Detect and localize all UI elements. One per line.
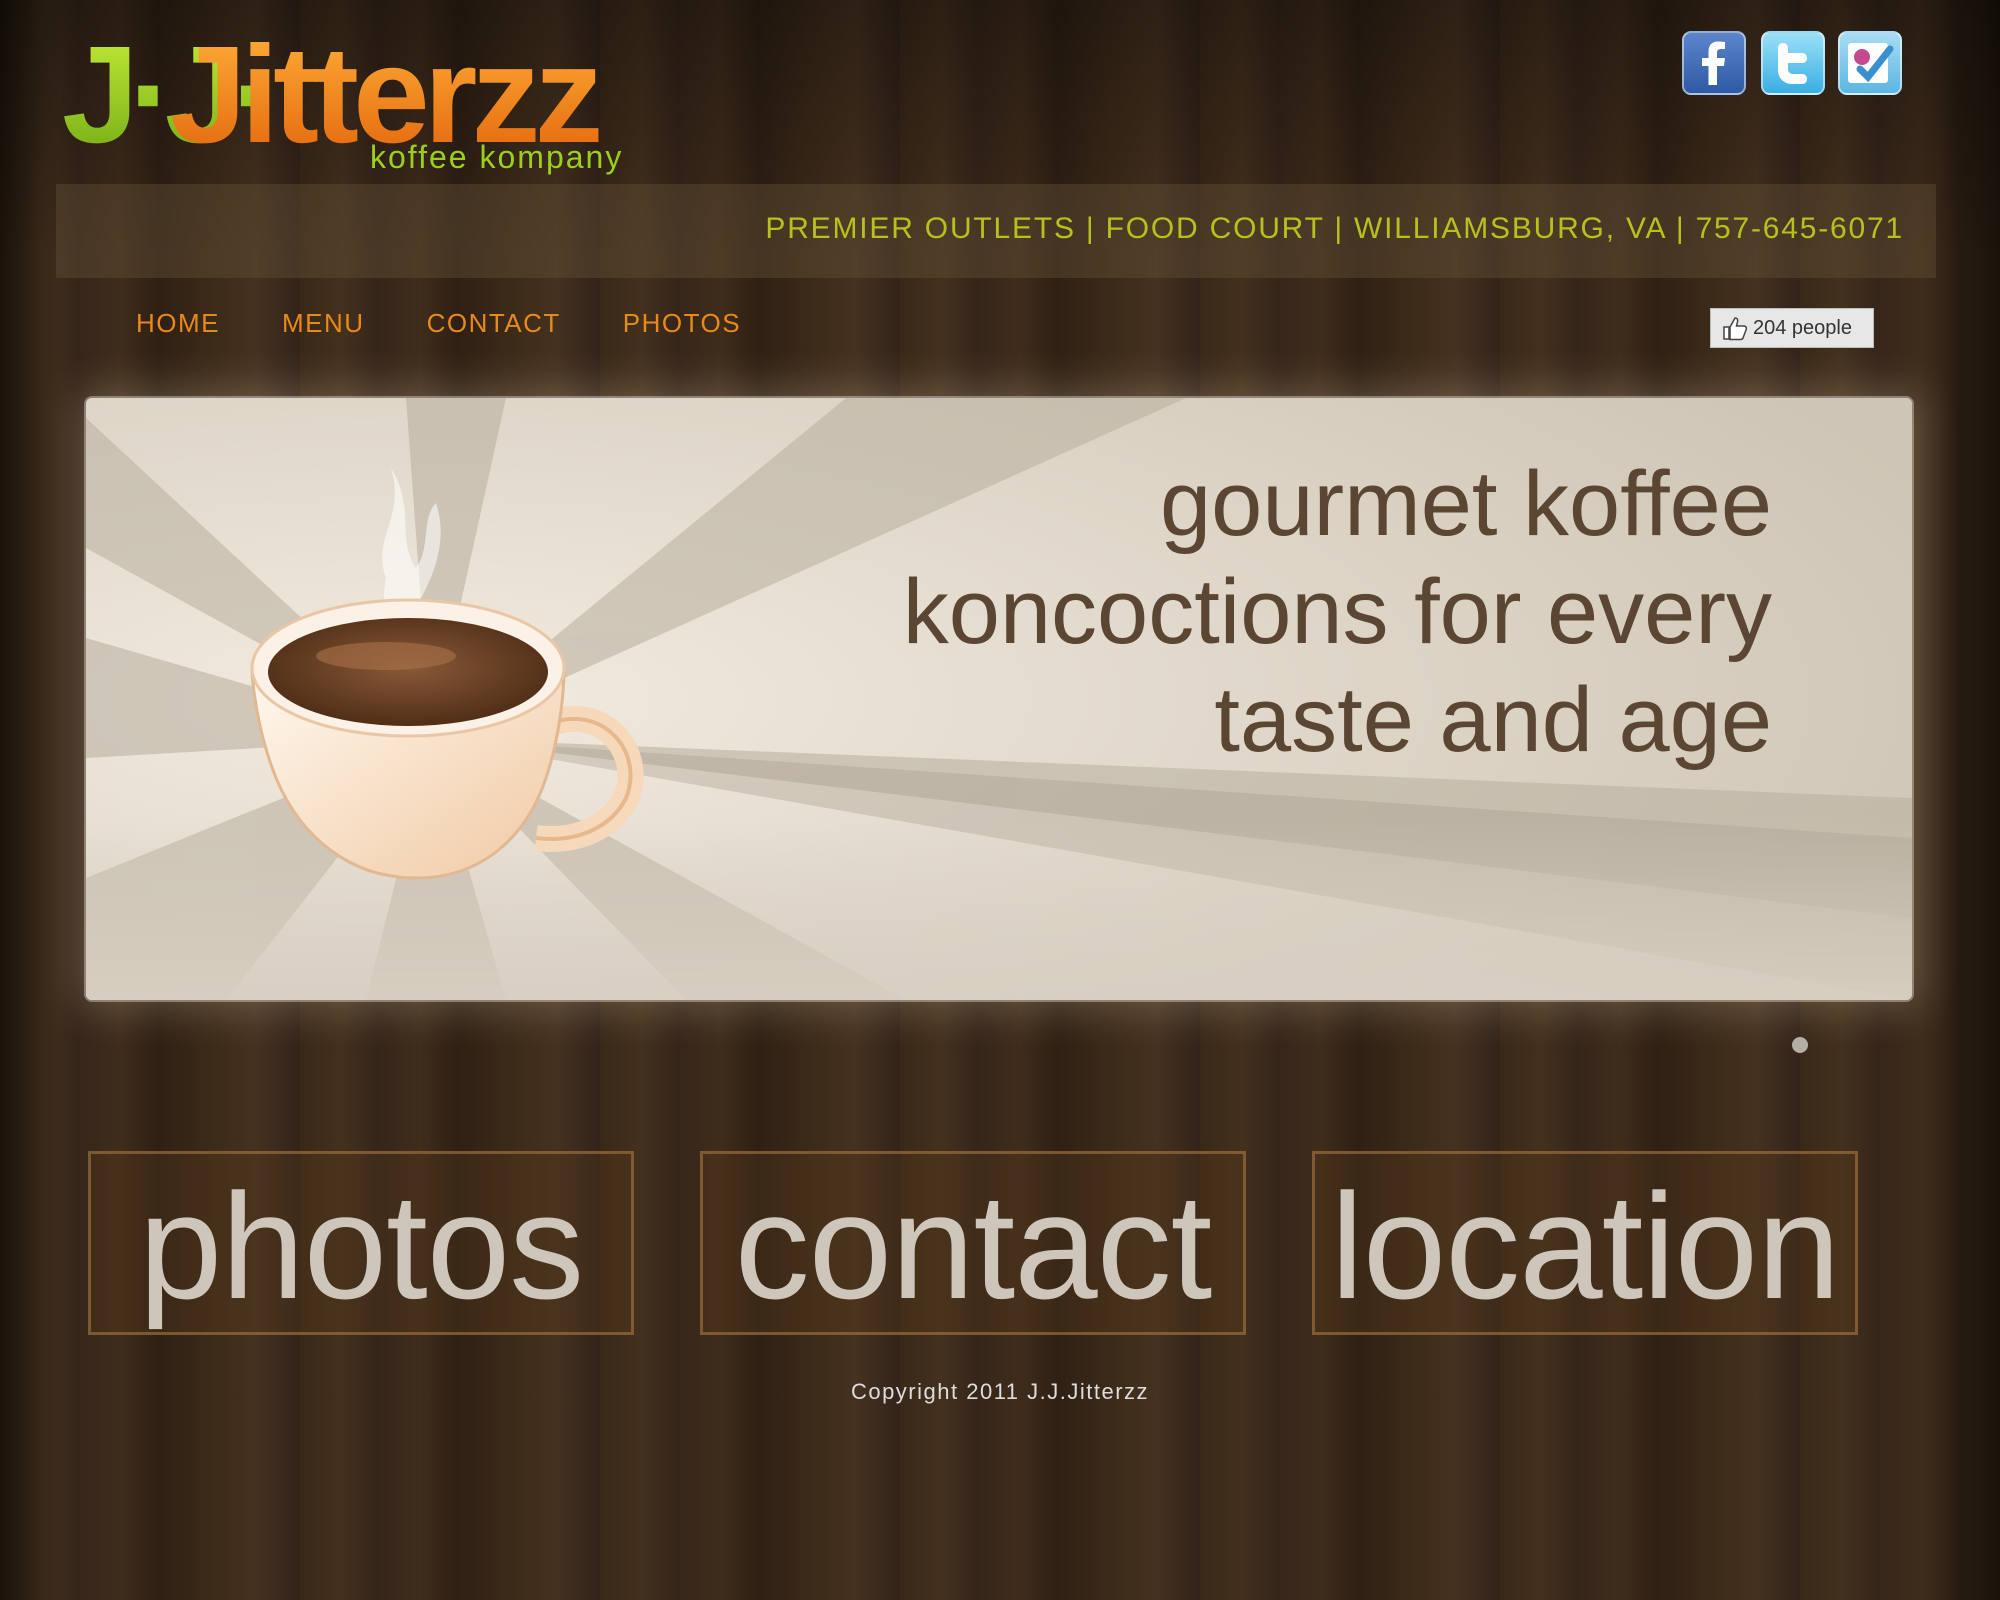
location-feature-button[interactable]: location [1312,1151,1858,1335]
banner-line-2: koncoctions for every [902,561,1772,663]
banner-line-3: taste and age [1214,669,1772,771]
foursquare-link[interactable] [1838,31,1902,95]
nav-photos[interactable]: PHOTOS [623,308,741,339]
twitter-icon [1778,43,1807,84]
brand-logo[interactable]: J·J· Jitterzz koffee kompany [62,22,682,182]
thumbs-up-icon [1723,317,1748,341]
slider-dot[interactable] [1792,1037,1808,1053]
main-nav: HOME MENU CONTACT PHOTOS [136,308,803,339]
like-count: 204 people [1753,316,1852,339]
banner-headline: gourmet koffee koncoctions for every tas… [772,450,1772,774]
contact-feature-button[interactable]: contact [700,1151,1246,1335]
facebook-like-button[interactable]: 204 people [1710,308,1874,348]
facebook-icon [1702,41,1725,85]
nav-contact[interactable]: CONTACT [427,308,561,339]
address-bar: PREMIER OUTLETS | FOOD COURT | WILLIAMSB… [56,184,1936,278]
banner-line-1: gourmet koffee [1159,453,1772,555]
hero-banner: gourmet koffee koncoctions for every tas… [86,398,1912,1000]
logo-tagline: koffee kompany [370,139,623,175]
photos-feature-button[interactable]: photos [88,1151,634,1335]
facebook-link[interactable] [1682,31,1746,95]
address-text: PREMIER OUTLETS | FOOD COURT | WILLIAMSB… [765,212,1904,245]
nav-menu[interactable]: MENU [282,308,365,339]
twitter-link[interactable] [1761,31,1825,95]
copyright-text: Copyright 2011 J.J.Jitterzz [850,1379,1150,1404]
nav-home[interactable]: HOME [136,308,220,339]
foursquare-checkin-icon [1848,43,1894,83]
